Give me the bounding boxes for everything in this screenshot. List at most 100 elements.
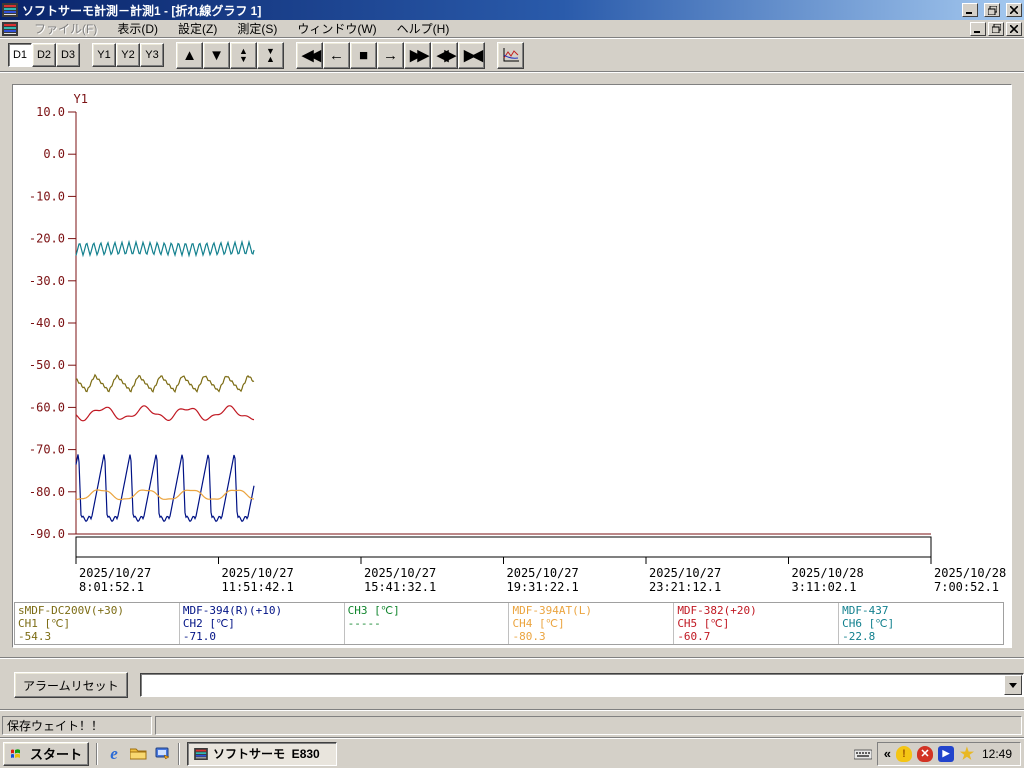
menu-item-3[interactable]: 設定(Z)	[168, 20, 227, 38]
taskbar-clock: 12:49	[981, 746, 1012, 761]
security-alert-icon[interactable]: ✕	[916, 745, 933, 762]
internet-explorer-icon[interactable]: e	[105, 744, 123, 763]
svg-text:0.0: 0.0	[43, 147, 65, 161]
toolbar-button-stop[interactable]: ■	[350, 41, 377, 69]
channel-unit-label: CH1 [℃]	[18, 617, 71, 630]
shrink-y-icon: ▼ ▲	[266, 46, 275, 64]
expand-x-icon: ◀▶	[436, 47, 456, 64]
toolbar-button-expand-y[interactable]: ▲ ▼	[230, 41, 257, 69]
alarm-reset-label: アラームリセット	[23, 678, 119, 693]
toolbar-button-expand-x[interactable]: ◀▶	[431, 41, 458, 69]
separator	[0, 709, 1024, 711]
tray-icons-box: « ! ✕ ▶ ★ 12:49	[876, 741, 1021, 766]
close-button[interactable]	[1006, 3, 1022, 17]
tray-collapse-icon[interactable]: «	[884, 746, 891, 761]
svg-text:-40.0: -40.0	[29, 316, 65, 330]
channel-legend: sMDF-DC200V(+30) CH1 [℃] -54.3 MDF-394(R)(+…	[14, 602, 1004, 645]
toolbar-button-d1[interactable]: D1	[8, 43, 32, 67]
rewind-icon: ◀◀	[301, 47, 321, 64]
app-icon	[194, 747, 208, 760]
series-ch4	[75, 489, 255, 501]
menu-item-2[interactable]: 表示(D)	[107, 20, 168, 38]
start-button[interactable]: スタート	[3, 741, 90, 766]
toolbar-button-fast-forward[interactable]: ▶▶	[404, 41, 431, 69]
legend-cell-ch5: MDF-382(+20) CH5 [℃] -60.7	[674, 603, 840, 644]
channel-value: -71.0	[182, 630, 216, 643]
toolbar-button-y2[interactable]: Y2	[116, 43, 140, 67]
step-forward-icon: →	[383, 46, 398, 64]
svg-text:-30.0: -30.0	[29, 274, 65, 288]
channel-value: -80.3	[512, 630, 546, 643]
svg-text:-10.0: -10.0	[29, 189, 65, 203]
show-desktop-icon[interactable]	[153, 745, 171, 763]
series-ch6	[75, 239, 255, 258]
favorites-star-icon[interactable]: ★	[959, 746, 975, 763]
alarm-combo-box[interactable]	[139, 673, 1024, 697]
keyboard-icon[interactable]	[853, 748, 872, 760]
svg-text:2025/10/27: 2025/10/27	[507, 566, 579, 580]
restore-button[interactable]	[984, 3, 1000, 17]
minimize-icon	[974, 30, 980, 33]
channel-name: MDF-394(R)(+10)	[182, 604, 283, 617]
minimize-icon	[966, 12, 972, 14]
channel-name: sMDF-DC200V(+30)	[18, 604, 124, 617]
toolbar-button-step-forward[interactable]: →	[377, 41, 404, 69]
app-icon	[2, 3, 18, 17]
menu-item-4[interactable]: 測定(S)	[227, 20, 287, 38]
alarm-combo-dropdown-button[interactable]	[1003, 675, 1022, 695]
folder-icon[interactable]	[129, 745, 147, 763]
svg-text:Y1: Y1	[74, 92, 88, 106]
svg-text:2025/10/27: 2025/10/27	[79, 566, 151, 580]
channel-unit-label: CH2 [℃]	[182, 617, 235, 630]
step-back-icon: ←	[329, 46, 344, 64]
close-icon	[1010, 24, 1018, 33]
svg-text:2025/10/27: 2025/10/27	[364, 566, 436, 580]
toolbar-button-step-back[interactable]: ←	[323, 41, 350, 69]
shrink-x-icon: ▶◀	[463, 47, 483, 64]
child-minimize-button[interactable]	[970, 21, 986, 36]
alarm-reset-button[interactable]: アラームリセット	[14, 672, 128, 698]
desktop: { "window": { "title": "ソフトサーモ計測－計測1 - […	[0, 0, 1024, 768]
svg-text:23:21:12.1: 23:21:12.1	[649, 580, 721, 594]
channel-name: MDF-437	[842, 604, 889, 617]
channel-value: -60.7	[677, 630, 711, 643]
quick-launch: e	[105, 744, 171, 763]
toolbar-button-y3[interactable]: Y3	[140, 43, 164, 67]
toolbar-button-rewind[interactable]: ◀◀	[296, 41, 323, 69]
minimize-button[interactable]	[962, 3, 978, 17]
channel-value: -54.3	[18, 630, 52, 643]
child-window-icon[interactable]	[2, 21, 18, 36]
svg-text:15:41:32.1: 15:41:32.1	[364, 580, 436, 594]
menu-item-1: ファイル(F)	[34, 22, 98, 36]
legend-cell-ch6: MDF-437 CH6 [℃] -22.8	[839, 603, 1003, 644]
svg-text:2025/10/28: 2025/10/28	[934, 566, 1006, 580]
separator	[0, 657, 1024, 659]
child-restore-button[interactable]	[988, 21, 1004, 36]
media-player-icon[interactable]: ▶	[937, 745, 954, 762]
toolbar-button-shrink-x[interactable]: ▶◀	[458, 41, 485, 69]
security-warning-icon[interactable]: !	[895, 745, 912, 762]
start-label: スタート	[30, 747, 83, 762]
menu-item-5[interactable]: ウィンドウ(W)	[287, 20, 386, 38]
toolbar-button-line-graph[interactable]	[497, 41, 524, 69]
scroll-up-icon: ▲	[182, 46, 197, 64]
windows-logo-icon	[11, 748, 20, 758]
toolbar-button-scroll-up[interactable]: ▲	[176, 41, 203, 69]
time-range-box[interactable]	[75, 536, 932, 558]
window-title: ソフトサーモ計測－計測1 - [折れ線グラフ 1]	[22, 3, 262, 18]
toolbar-button-y1[interactable]: Y1	[92, 43, 116, 67]
menu-item-6[interactable]: ヘルプ(H)	[387, 20, 460, 38]
toolbar-button-d3[interactable]: D3	[56, 43, 80, 67]
channel-value: -22.8	[842, 630, 876, 643]
channel-unit-label: CH5 [℃]	[677, 617, 730, 630]
toolbar-button-d2[interactable]: D2	[32, 43, 56, 67]
svg-text:19:31:22.1: 19:31:22.1	[507, 580, 579, 594]
legend-cell-ch4: MDF-394AT(L) CH4 [℃] -80.3	[509, 603, 675, 644]
taskbar-task-button[interactable]: ソフトサーモ E830	[187, 741, 338, 766]
chevron-down-icon	[1008, 682, 1017, 692]
restore-icon	[991, 24, 1001, 33]
child-close-button[interactable]	[1006, 21, 1022, 36]
toolbar-button-scroll-down[interactable]: ▼	[203, 41, 230, 69]
close-icon	[1010, 6, 1018, 14]
toolbar-button-shrink-y[interactable]: ▼ ▲	[257, 41, 284, 69]
